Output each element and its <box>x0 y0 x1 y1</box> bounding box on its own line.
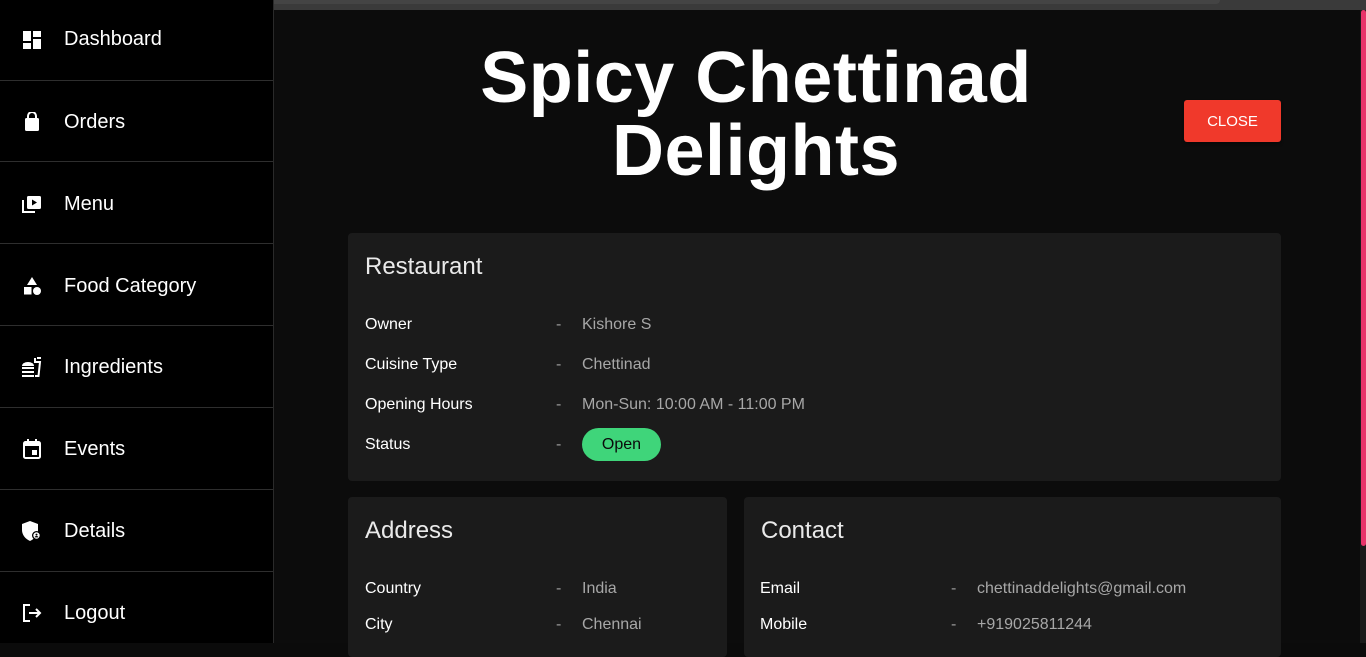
separator: - <box>556 580 562 597</box>
email-label: Email <box>760 580 801 597</box>
dashboard-icon <box>21 29 43 51</box>
mobile-label: Mobile <box>760 616 808 633</box>
sidebar-item-label: Menu <box>64 193 115 215</box>
sidebar-item-menu[interactable]: Menu <box>0 163 273 244</box>
sidebar-item-label: Dashboard <box>64 28 162 50</box>
status-badge: Open <box>582 428 661 461</box>
card-title: Address <box>365 517 454 544</box>
separator: - <box>556 316 562 333</box>
owner-label: Owner <box>365 316 413 333</box>
sidebar-item-events[interactable]: Events <box>0 409 273 490</box>
mobile-value: +919025811244 <box>977 616 1092 633</box>
country-label: Country <box>365 580 422 597</box>
contact-card: Contact Email - chettinaddelights@gmail.… <box>744 497 1281 657</box>
sidebar-item-label: Food Category <box>64 275 197 297</box>
sidebar: Dashboard Orders Menu Food Category Ingr… <box>0 0 274 643</box>
cuisine-type-label: Cuisine Type <box>365 356 458 373</box>
owner-value: Kishore S <box>582 316 652 333</box>
separator: - <box>951 580 957 597</box>
country-value: India <box>582 580 617 597</box>
shopping-bag-icon <box>21 111 43 133</box>
sidebar-item-details[interactable]: Details <box>0 491 273 572</box>
fastfood-icon <box>21 356 43 378</box>
separator: - <box>951 616 957 633</box>
sidebar-item-food-category[interactable]: Food Category <box>0 245 273 326</box>
address-card: Address Country - India City - Chennai <box>348 497 727 657</box>
opening-hours-label: Opening Hours <box>365 396 473 413</box>
scrollbar-thumb[interactable] <box>1361 10 1366 546</box>
page-title: Spicy Chettinad Delights <box>480 38 1032 191</box>
city-label: City <box>365 616 393 633</box>
close-button[interactable]: CLOSE <box>1184 100 1281 142</box>
logout-icon <box>21 602 43 624</box>
sidebar-item-logout[interactable]: Logout <box>0 572 273 643</box>
sidebar-item-label: Details <box>64 520 126 542</box>
separator: - <box>556 356 562 373</box>
card-title: Contact <box>761 517 844 544</box>
video-library-icon <box>21 193 43 215</box>
sidebar-item-dashboard[interactable]: Dashboard <box>0 0 273 81</box>
sidebar-item-label: Events <box>64 438 126 460</box>
opening-hours-value: Mon-Sun: 10:00 AM - 11:00 PM <box>582 396 805 413</box>
sidebar-item-label: Ingredients <box>64 356 163 378</box>
restaurant-card: Restaurant Owner - Kishore S Cuisine Typ… <box>348 233 1281 481</box>
cuisine-type-value: Chettinad <box>582 356 651 373</box>
sidebar-item-label: Logout <box>64 602 126 624</box>
city-value: Chennai <box>582 616 642 633</box>
separator: - <box>556 616 562 633</box>
status-label: Status <box>365 436 411 453</box>
sidebar-item-orders[interactable]: Orders <box>0 81 273 162</box>
card-title: Restaurant <box>365 253 483 280</box>
admin-shield-icon <box>21 520 43 542</box>
sidebar-item-label: Orders <box>64 111 126 133</box>
sidebar-item-ingredients[interactable]: Ingredients <box>0 327 273 408</box>
category-icon <box>21 275 43 297</box>
calendar-icon <box>21 438 43 460</box>
email-value: chettinaddelights@gmail.com <box>977 580 1187 597</box>
separator: - <box>556 396 562 413</box>
separator: - <box>556 436 562 453</box>
